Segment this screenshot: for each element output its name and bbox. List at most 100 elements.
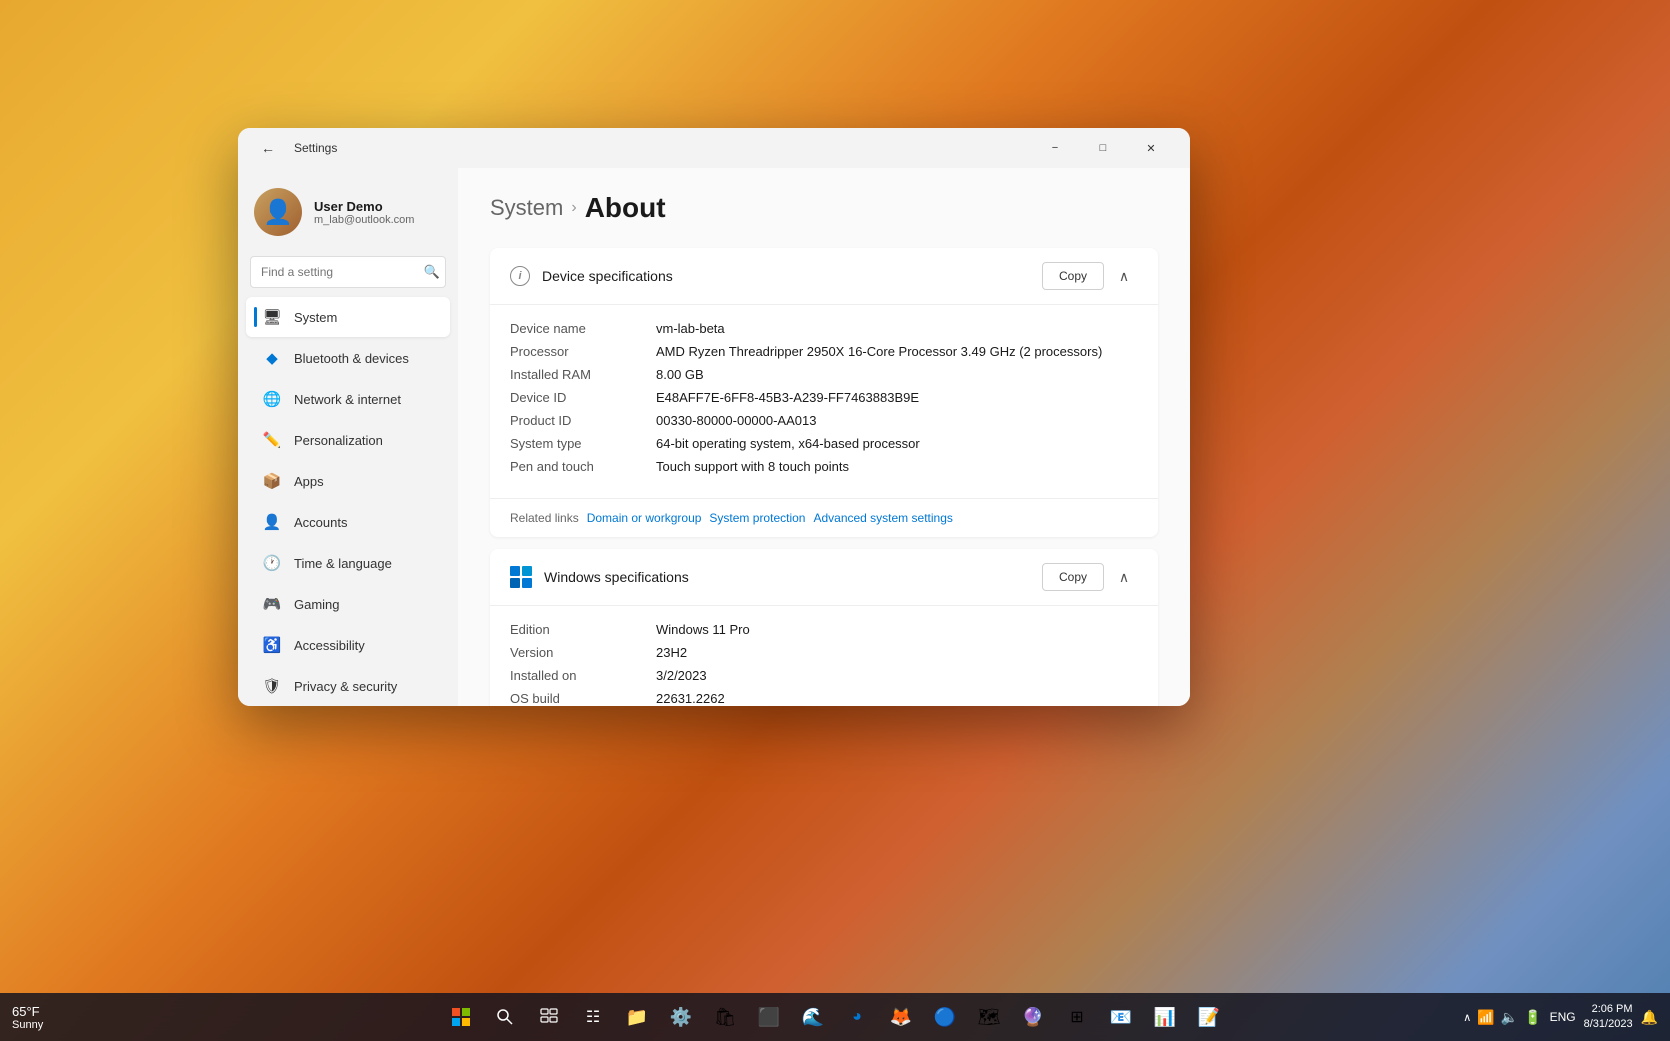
sidebar-item-label-time: Time & language xyxy=(294,556,392,571)
grid-button[interactable]: ⊞ xyxy=(1057,997,1097,1037)
related-link-protection[interactable]: System protection xyxy=(709,511,805,525)
sidebar-item-network[interactable]: 🌐 Network & internet xyxy=(246,379,450,419)
weather-widget[interactable]: 65°F Sunny xyxy=(12,1004,43,1031)
apps-icon: 📦 xyxy=(262,471,282,491)
sidebar-item-accounts[interactable]: 👤 Accounts xyxy=(246,502,450,542)
clock-time: 2:06 PM xyxy=(1592,1002,1633,1017)
windows-specs-header: Windows specifications Copy ∧ xyxy=(490,549,1158,606)
spec-row-version: Version 23H2 xyxy=(510,645,1138,660)
spec-label-product-id: Product ID xyxy=(510,413,640,428)
sidebar-item-label-privacy: Privacy & security xyxy=(294,679,397,694)
close-button[interactable]: ✕ xyxy=(1128,132,1174,164)
time-icon: 🕐 xyxy=(262,553,282,573)
spec-value-device-id: E48AFF7E-6FF8-45B3-A239-FF7463883B9E xyxy=(656,390,1138,405)
widgets-button[interactable]: ☷ xyxy=(573,997,613,1037)
user-email: m_lab@outlook.com xyxy=(314,214,414,226)
search-input[interactable] xyxy=(250,256,446,288)
taskbar: 65°F Sunny ☷ xyxy=(0,993,1670,1041)
windows-specs-collapse-button[interactable]: ∧ xyxy=(1110,563,1138,591)
device-specs-title: Device specifications xyxy=(542,268,673,284)
windows-specs-section: Windows specifications Copy ∧ Edition Wi… xyxy=(490,549,1158,706)
taskbar-center: ☷ 📁 ⚙️ 🛍 ⬛ 🌊 ◕ 🦊 🔵 🗺 🔮 ⊞ 📧 📊 📝 xyxy=(441,997,1229,1037)
sidebar-item-gaming[interactable]: 🎮 Gaming xyxy=(246,584,450,624)
spec-label-os-build: OS build xyxy=(510,691,640,706)
maps-button[interactable]: 🗺 xyxy=(969,997,1009,1037)
spec-value-version: 23H2 xyxy=(656,645,1138,660)
spec-label-installed-on: Installed on xyxy=(510,668,640,683)
sidebar-item-label-accounts: Accounts xyxy=(294,515,347,530)
spec-row-installed-on: Installed on 3/2/2023 xyxy=(510,668,1138,683)
chrome-button[interactable]: 🔵 xyxy=(925,997,965,1037)
sidebar-item-bluetooth[interactable]: ◆ Bluetooth & devices xyxy=(246,338,450,378)
title-bar: ← Settings − □ ✕ xyxy=(238,128,1190,168)
spec-label-system-type: System type xyxy=(510,436,640,451)
powerpoint-button[interactable]: 📊 xyxy=(1145,997,1185,1037)
spec-value-pen-touch: Touch support with 8 touch points xyxy=(656,459,1138,474)
taskbar-clock[interactable]: 2:06 PM 8/31/2023 xyxy=(1584,1002,1633,1033)
chevron-up-icon[interactable]: ∧ xyxy=(1463,1011,1471,1024)
spec-value-device-name: vm-lab-beta xyxy=(656,321,1138,336)
maximize-button[interactable]: □ xyxy=(1080,132,1126,164)
sidebar-item-apps[interactable]: 📦 Apps xyxy=(246,461,450,501)
breadcrumb: System › About xyxy=(490,192,1158,224)
notification-icon[interactable]: 🔔 xyxy=(1641,1009,1658,1026)
personalization-icon: ✏️ xyxy=(262,430,282,450)
cortana-button[interactable]: 🔮 xyxy=(1013,997,1053,1037)
terminal-button[interactable]: ⬛ xyxy=(749,997,789,1037)
device-specs-copy-button[interactable]: Copy xyxy=(1042,262,1104,290)
edge-button[interactable]: 🌊 xyxy=(793,997,833,1037)
sidebar-item-system[interactable]: 🖥 System xyxy=(246,297,450,337)
spec-value-os-build: 22631.2262 xyxy=(656,691,1138,706)
related-link-domain[interactable]: Domain or workgroup xyxy=(587,511,702,525)
spec-value-product-id: 00330-80000-00000-AA013 xyxy=(656,413,1138,428)
sticky-button[interactable]: 📝 xyxy=(1189,997,1229,1037)
system-tray: ∧ 📶 🔈 🔋 xyxy=(1463,1009,1541,1026)
breadcrumb-separator: › xyxy=(571,199,576,217)
network-tray-icon[interactable]: 📶 xyxy=(1477,1009,1494,1026)
outlook-button[interactable]: 📧 xyxy=(1101,997,1141,1037)
window-body: 👤 User Demo m_lab@outlook.com 🔍 🖥 System… xyxy=(238,168,1190,706)
settings-taskbar-button[interactable]: ⚙️ xyxy=(661,997,701,1037)
privacy-icon: 🛡 xyxy=(262,676,282,696)
breadcrumb-current: About xyxy=(585,192,666,224)
device-specs-collapse-button[interactable]: ∧ xyxy=(1110,262,1138,290)
battery-icon[interactable]: 🔋 xyxy=(1524,1009,1541,1026)
file-explorer-button[interactable]: 📁 xyxy=(617,997,657,1037)
taskbar-right: ∧ 📶 🔈 🔋 ENG 2:06 PM 8/31/2023 🔔 xyxy=(1463,1002,1658,1033)
windows-specs-copy-button[interactable]: Copy xyxy=(1042,563,1104,591)
language-indicator[interactable]: ENG xyxy=(1550,1010,1576,1024)
related-links-label: Related links xyxy=(510,511,579,525)
taskview-button[interactable] xyxy=(529,997,569,1037)
sidebar-item-accessibility[interactable]: ♿ Accessibility xyxy=(246,625,450,665)
device-specs-header-left: i Device specifications xyxy=(510,266,673,286)
windows-specs-title: Windows specifications xyxy=(544,569,689,585)
sidebar-item-label-personalization: Personalization xyxy=(294,433,383,448)
search-icon[interactable]: 🔍 xyxy=(424,264,440,280)
window-controls: − □ ✕ xyxy=(1032,132,1174,164)
related-links: Related links Domain or workgroup System… xyxy=(490,498,1158,537)
device-specs-header: i Device specifications Copy ∧ xyxy=(490,248,1158,305)
volume-icon[interactable]: 🔈 xyxy=(1501,1009,1518,1026)
firefox-button[interactable]: 🦊 xyxy=(881,997,921,1037)
spec-value-system-type: 64-bit operating system, x64-based proce… xyxy=(656,436,1138,451)
minimize-button[interactable]: − xyxy=(1032,132,1078,164)
sidebar-item-label-system: System xyxy=(294,310,337,325)
related-link-advanced[interactable]: Advanced system settings xyxy=(813,511,952,525)
device-specs-controls: Copy ∧ xyxy=(1042,262,1138,290)
spec-row-system-type: System type 64-bit operating system, x64… xyxy=(510,436,1138,451)
sidebar-item-personalization[interactable]: ✏️ Personalization xyxy=(246,420,450,460)
accessibility-icon: ♿ xyxy=(262,635,282,655)
search-taskbar-button[interactable] xyxy=(485,997,525,1037)
spec-row-os-build: OS build 22631.2262 xyxy=(510,691,1138,706)
system-icon: 🖥 xyxy=(262,307,282,327)
store-button[interactable]: 🛍 xyxy=(705,997,745,1037)
back-button[interactable]: ← xyxy=(254,134,282,162)
edge2-button[interactable]: ◕ xyxy=(837,997,877,1037)
sidebar-item-time[interactable]: 🕐 Time & language xyxy=(246,543,450,583)
sidebar-item-label-network: Network & internet xyxy=(294,392,401,407)
network-icon: 🌐 xyxy=(262,389,282,409)
sidebar-item-privacy[interactable]: 🛡 Privacy & security xyxy=(246,666,450,706)
windows-specs-body: Edition Windows 11 Pro Version 23H2 Inst… xyxy=(490,606,1158,706)
spec-row-pen-touch: Pen and touch Touch support with 8 touch… xyxy=(510,459,1138,474)
start-button[interactable] xyxy=(441,997,481,1037)
